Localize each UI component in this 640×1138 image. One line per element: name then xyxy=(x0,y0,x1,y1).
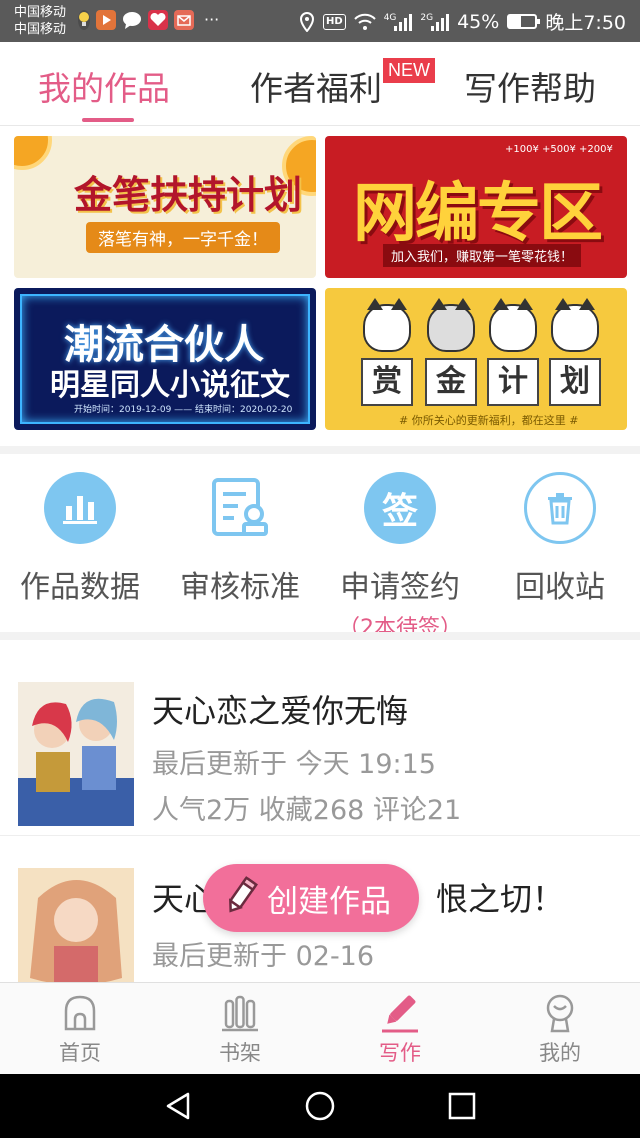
section-divider xyxy=(0,446,640,454)
banner-subtitle: 加入我们，赚取第一笔零花钱！ xyxy=(383,244,582,267)
pencil-icon xyxy=(223,876,259,920)
status-bar: 中国移动 中国移动 ··· HD 4G 2G 45% 晚上7:50 xyxy=(0,0,640,42)
more-notifications-indicator: ··· xyxy=(204,10,220,29)
video-app-icon xyxy=(96,10,116,30)
heart-app-icon xyxy=(148,10,168,30)
feature-label: 作品数据 xyxy=(20,570,140,605)
nav-label: 书架 xyxy=(219,1041,261,1065)
work-cover-image xyxy=(18,682,134,826)
recent-apps-icon[interactable] xyxy=(446,1090,478,1122)
orange-slice-decoration xyxy=(14,136,52,170)
wifi-icon xyxy=(353,13,376,30)
nav-home[interactable]: 首页 xyxy=(0,983,160,1075)
nav-bookshelf[interactable]: 书架 xyxy=(160,983,320,1075)
feature-label: 申请签约 xyxy=(340,570,460,605)
clock: 晚上7:50 xyxy=(545,12,626,34)
bar-chart-icon xyxy=(44,472,116,544)
nav-label: 首页 xyxy=(59,1041,101,1065)
feature-work-data[interactable]: 作品数据 xyxy=(0,466,160,636)
create-work-button[interactable]: 创建作品 xyxy=(203,864,419,932)
banner-subtitle: # 你所关心的更新福利，都在这里 # xyxy=(399,414,579,427)
feature-apply-contract[interactable]: 签 申请签约 （2本待签） xyxy=(320,466,480,641)
tab-author-benefits[interactable]: 作者福利 xyxy=(250,62,382,110)
chat-icon xyxy=(122,10,142,30)
carrier-2: 中国移动 xyxy=(14,22,67,37)
battery-percent: 45% xyxy=(457,10,500,33)
nav-write[interactable]: 写作 xyxy=(320,983,480,1075)
feature-label: 回收站 xyxy=(515,570,605,605)
sign-char: 赏 xyxy=(361,358,413,406)
app-screen: 中国移动 中国移动 ··· HD 4G 2G 45% 晚上7:50 我的作品 作… xyxy=(0,0,640,1138)
home-icon xyxy=(64,995,96,1031)
user-icon xyxy=(546,994,574,1033)
home-circle-icon[interactable] xyxy=(304,1090,336,1122)
location-icon xyxy=(300,11,315,32)
work-stats: 人气2万 收藏268 评论21 xyxy=(152,795,462,826)
carrier-1: 中国移动 xyxy=(14,5,67,20)
banner-golden-pen[interactable]: 金笔扶持计划 落笔有神，一字千金！ xyxy=(14,136,316,278)
document-check-icon xyxy=(204,472,276,544)
banner-dates: 开始时间：2019-12-09 —— 结束时间：2020-02-20 xyxy=(74,405,293,415)
sign-char: 金 xyxy=(425,358,477,406)
banner-title: 网编专区 xyxy=(353,177,603,251)
work-updated: 最后更新于 今天 19:15 xyxy=(152,749,436,780)
feature-label: 审核标准 xyxy=(180,570,300,605)
nav-profile[interactable]: 我的 xyxy=(480,983,640,1075)
active-tab-indicator xyxy=(82,118,134,122)
hd-voice-icon: HD xyxy=(323,13,346,30)
work-item[interactable]: 天心恋之爱你无悔 最后更新于 今天 19:15 人气2万 收藏268 评论21 xyxy=(0,668,640,836)
cat-illustration xyxy=(427,298,475,352)
top-tabs: 我的作品 作者福利 NEW 写作帮助 xyxy=(0,42,640,126)
tab-my-works[interactable]: 我的作品 xyxy=(38,62,170,110)
sign-char: 计 xyxy=(487,358,539,406)
work-updated: 最后更新于 02-16 xyxy=(152,941,375,972)
battery-icon xyxy=(507,14,541,29)
feature-recycle-bin[interactable]: 回收站 xyxy=(480,466,640,636)
system-navigation-bar xyxy=(0,1074,640,1138)
create-work-label: 创建作品 xyxy=(267,883,391,920)
new-badge: NEW xyxy=(383,58,435,83)
work-title: 天心恋之爱你无悔 xyxy=(152,692,409,730)
cat-illustration xyxy=(551,298,599,352)
trash-icon xyxy=(524,472,596,544)
tab-writing-help[interactable]: 写作帮助 xyxy=(464,62,596,110)
banner-reward-plan[interactable]: 赏 金 计 划 # 你所关心的更新福利，都在这里 # xyxy=(325,288,627,430)
carrier-info: 中国移动 中国移动 xyxy=(14,4,66,38)
status-right: HD 4G 2G 45% 晚上7:50 xyxy=(299,8,626,35)
notification-icons: ··· xyxy=(78,10,219,30)
mail-app-icon xyxy=(174,10,194,30)
banner-subtitle: 落笔有神，一字千金！ xyxy=(86,222,280,253)
banner-title-2: 明星同人小说征文 xyxy=(50,368,290,403)
sign-char: 划 xyxy=(549,358,601,406)
signal-2-icon: 2G xyxy=(420,13,450,31)
pen-icon xyxy=(382,995,418,1033)
signal-1-icon: 4G xyxy=(384,13,413,31)
work-title-end: 恨之切！ xyxy=(436,880,565,918)
cat-illustration xyxy=(489,298,537,352)
banner-editor-zone[interactable]: +100¥ +500¥ +200¥ 网编专区 加入我们，赚取第一笔零花钱！ xyxy=(325,136,627,278)
banner-title: 金笔扶持计划 xyxy=(74,173,303,217)
feature-review-standard[interactable]: 审核标准 xyxy=(160,466,320,636)
back-icon[interactable] xyxy=(162,1090,194,1122)
banner-coins: +100¥ +500¥ +200¥ xyxy=(505,144,613,155)
bottom-navigation: 首页 书架 写作 我的 xyxy=(0,982,640,1074)
bookshelf-icon xyxy=(222,995,258,1032)
cat-illustration xyxy=(363,298,411,352)
sign-badge-icon: 签 xyxy=(364,472,436,544)
nav-label: 我的 xyxy=(539,1041,581,1065)
section-divider xyxy=(0,632,640,640)
bulb-icon xyxy=(78,10,90,30)
nav-label: 写作 xyxy=(379,1041,421,1065)
banner-trend-partner[interactable]: 潮流合伙人 明星同人小说征文 开始时间：2019-12-09 —— 结束时间：2… xyxy=(14,288,316,430)
